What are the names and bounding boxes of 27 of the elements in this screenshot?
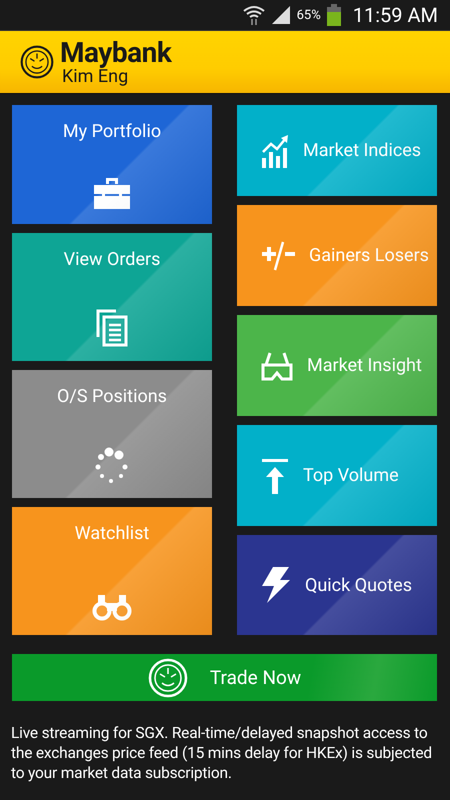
brand-name: Maybank: [60, 38, 172, 66]
menu-tile[interactable]: My Portfolio: [12, 105, 212, 224]
binoculars-icon: [92, 593, 132, 621]
menu-tile[interactable]: O/S Positions: [12, 370, 212, 498]
rising-chart-icon: [261, 134, 289, 168]
menu-tile[interactable]: Top Volume: [237, 425, 437, 526]
briefcase-icon: [93, 176, 131, 210]
trade-now-button[interactable]: Trade Now: [12, 654, 437, 701]
loading-spinner-icon: [95, 446, 129, 484]
menu-tile[interactable]: View Orders: [12, 233, 212, 361]
disclaimer-text: Live streaming for SGX. Real-time/delayed snapshot access to the exchanges price feed (15 mins delay for HKEx) is subjected to your market data subscription.: [11, 723, 433, 783]
lightning-bolt-icon: [261, 566, 291, 604]
status-time: 11:59 AM: [352, 3, 438, 27]
documents-icon: [96, 309, 128, 347]
battery-icon: [326, 4, 341, 26]
battery-percent: 65%: [296, 8, 321, 22]
menu-tile[interactable]: Market Indices: [237, 105, 437, 196]
menu-tile[interactable]: Market Insight: [237, 315, 437, 416]
signal-icon: [270, 6, 291, 24]
menu-tile[interactable]: Watchlist: [12, 507, 212, 635]
menu-tile[interactable]: Quick Quotes: [237, 535, 437, 635]
menu-tile[interactable]: Gainers Losers: [237, 205, 437, 306]
upload-arrow-icon: [261, 458, 289, 494]
wifi-icon: [242, 5, 265, 25]
brand-subtitle: Kim Eng: [62, 68, 128, 86]
plus-minus-icon: [261, 240, 295, 270]
glasses-icon: [261, 350, 293, 380]
